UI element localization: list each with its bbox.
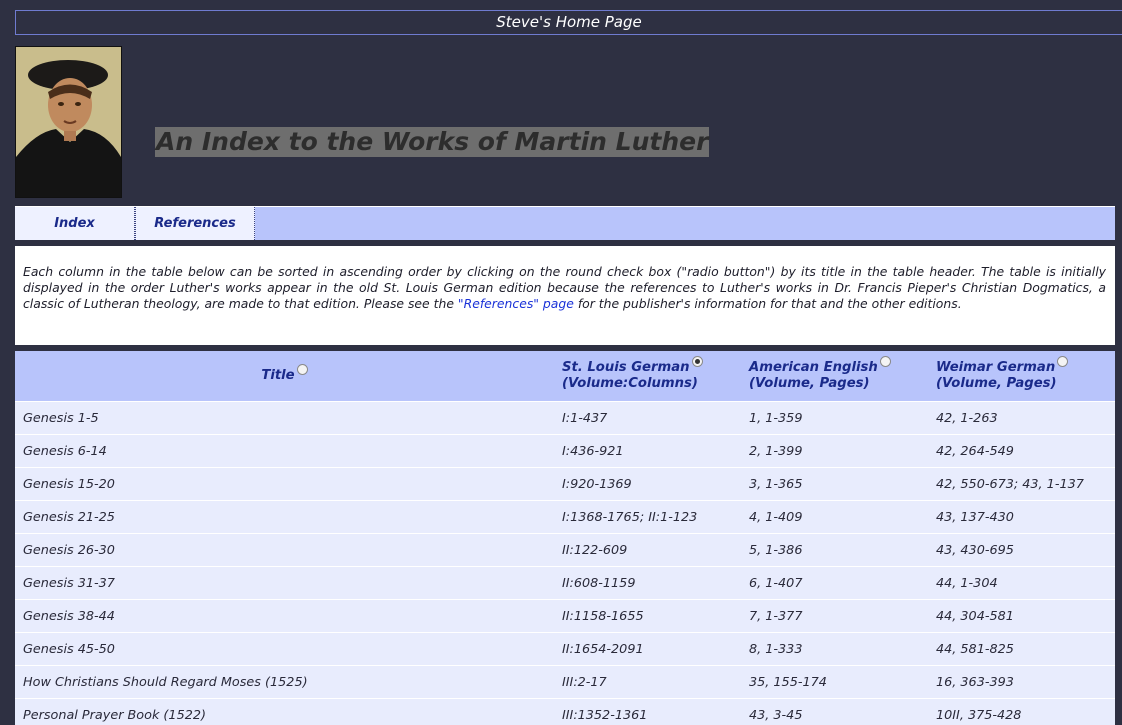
sort-radio-american[interactable] [879, 356, 891, 367]
cell-weimar: 10II, 375-428 [928, 698, 1115, 725]
cell-american: 7, 1-377 [741, 599, 928, 633]
header-weimar-german: Weimar German (Volume, Pages) [928, 351, 1115, 402]
table-row: Genesis 6-14 I:436-921 2, 1-399 42, 264-549 [15, 434, 1115, 468]
cell-weimar: 16, 363-393 [928, 665, 1115, 699]
cell-st-louis: I:1368-1765; II:1-123 [554, 500, 741, 534]
cell-weimar: 42, 1-263 [928, 401, 1115, 435]
cell-american: 35, 155-174 [741, 665, 928, 699]
cell-american: 43, 3-45 [741, 698, 928, 725]
cell-st-louis: III:1352-1361 [554, 698, 741, 725]
luther-portrait [15, 46, 122, 198]
cell-title: Genesis 45-50 [15, 632, 554, 666]
cell-american: 8, 1-333 [741, 632, 928, 666]
cell-american: 6, 1-407 [741, 566, 928, 600]
cell-title: Genesis 26-30 [15, 533, 554, 567]
cell-weimar: 42, 550-673; 43, 1-137 [928, 467, 1115, 501]
sort-radio-st-louis[interactable] [691, 356, 703, 367]
cell-american: 5, 1-386 [741, 533, 928, 567]
intro-text-after: for the publisher's information for that… [577, 296, 962, 312]
table-body: Genesis 1-5 I:1-437 1, 1-359 42, 1-263 Genes… [15, 401, 1115, 725]
works-table-container: Title St. Louis German (Volume:Columns) … [15, 351, 1115, 725]
table-row: Genesis 45-50 II:1654-2091 8, 1-333 44, 581… [15, 632, 1115, 666]
cell-weimar: 44, 1-304 [928, 566, 1115, 600]
cell-title: Genesis 1-5 [15, 401, 554, 435]
portrait-image [16, 47, 121, 197]
intro-paragraph: Each column in the table below can be so… [15, 246, 1115, 345]
cell-weimar: 43, 430-695 [928, 533, 1115, 567]
sort-radio-weimar[interactable] [1057, 356, 1069, 367]
cell-st-louis: I:436-921 [554, 434, 741, 468]
site-title: Steve's Home Page [496, 13, 642, 31]
cell-weimar: 42, 264-549 [928, 434, 1115, 468]
cell-american: 3, 1-365 [741, 467, 928, 501]
cell-american: 4, 1-409 [741, 500, 928, 534]
table-header-row: Title St. Louis German (Volume:Columns) … [15, 351, 1115, 402]
table-row: Genesis 1-5 I:1-437 1, 1-359 42, 1-263 [15, 401, 1115, 435]
header-american-english: American English (Volume, Pages) [741, 351, 928, 402]
cell-st-louis: III:2-17 [554, 665, 741, 699]
site-title-bar: Steve's Home Page [15, 10, 1122, 35]
header-st-louis-german: St. Louis German (Volume:Columns) [554, 351, 741, 402]
cell-title: Genesis 6-14 [15, 434, 554, 468]
nav-tab-bar: Index References [15, 206, 1115, 240]
cell-weimar: 44, 581-825 [928, 632, 1115, 666]
sort-radio-title[interactable] [296, 364, 308, 375]
table-row: How Christians Should Regard Moses (1525… [15, 665, 1115, 699]
cell-title: Genesis 38-44 [15, 599, 554, 633]
cell-st-louis: II:122-609 [554, 533, 741, 567]
page-title: An Index to the Works of Martin Luther [155, 127, 710, 157]
header-title: Title [15, 351, 554, 402]
cell-st-louis: II:1654-2091 [554, 632, 741, 666]
cell-title: How Christians Should Regard Moses (1525… [15, 665, 554, 699]
cell-american: 2, 1-399 [741, 434, 928, 468]
cell-st-louis: I:1-437 [554, 401, 741, 435]
tab-index[interactable]: Index [15, 207, 135, 240]
cell-american: 1, 1-359 [741, 401, 928, 435]
cell-st-louis: I:920-1369 [554, 467, 741, 501]
table-row: Genesis 31-37 II:608-1159 6, 1-407 44, 1-30… [15, 566, 1115, 600]
works-table: Title St. Louis German (Volume:Columns) … [15, 351, 1115, 725]
cell-weimar: 43, 137-430 [928, 500, 1115, 534]
table-row: Genesis 38-44 II:1158-1655 7, 1-377 44, 304… [15, 599, 1115, 633]
cell-title: Genesis 31-37 [15, 566, 554, 600]
tab-references[interactable]: References [135, 207, 255, 240]
cell-title: Personal Prayer Book (1522) [15, 698, 554, 725]
cell-title: Genesis 21-25 [15, 500, 554, 534]
cell-st-louis: II:608-1159 [554, 566, 741, 600]
table-row: Genesis 26-30 II:122-609 5, 1-386 43, 430-6… [15, 533, 1115, 567]
table-row: Genesis 21-25 I:1368-1765; II:1-123 4, 1-4… [15, 500, 1115, 534]
cell-weimar: 44, 304-581 [928, 599, 1115, 633]
table-row: Personal Prayer Book (1522) III:1352-1361… [15, 698, 1115, 725]
cell-title: Genesis 15-20 [15, 467, 554, 501]
references-page-link[interactable]: "References" page [458, 296, 574, 311]
cell-st-louis: II:1158-1655 [554, 599, 741, 633]
table-row: Genesis 15-20 I:920-1369 3, 1-365 42, 550-6… [15, 467, 1115, 501]
